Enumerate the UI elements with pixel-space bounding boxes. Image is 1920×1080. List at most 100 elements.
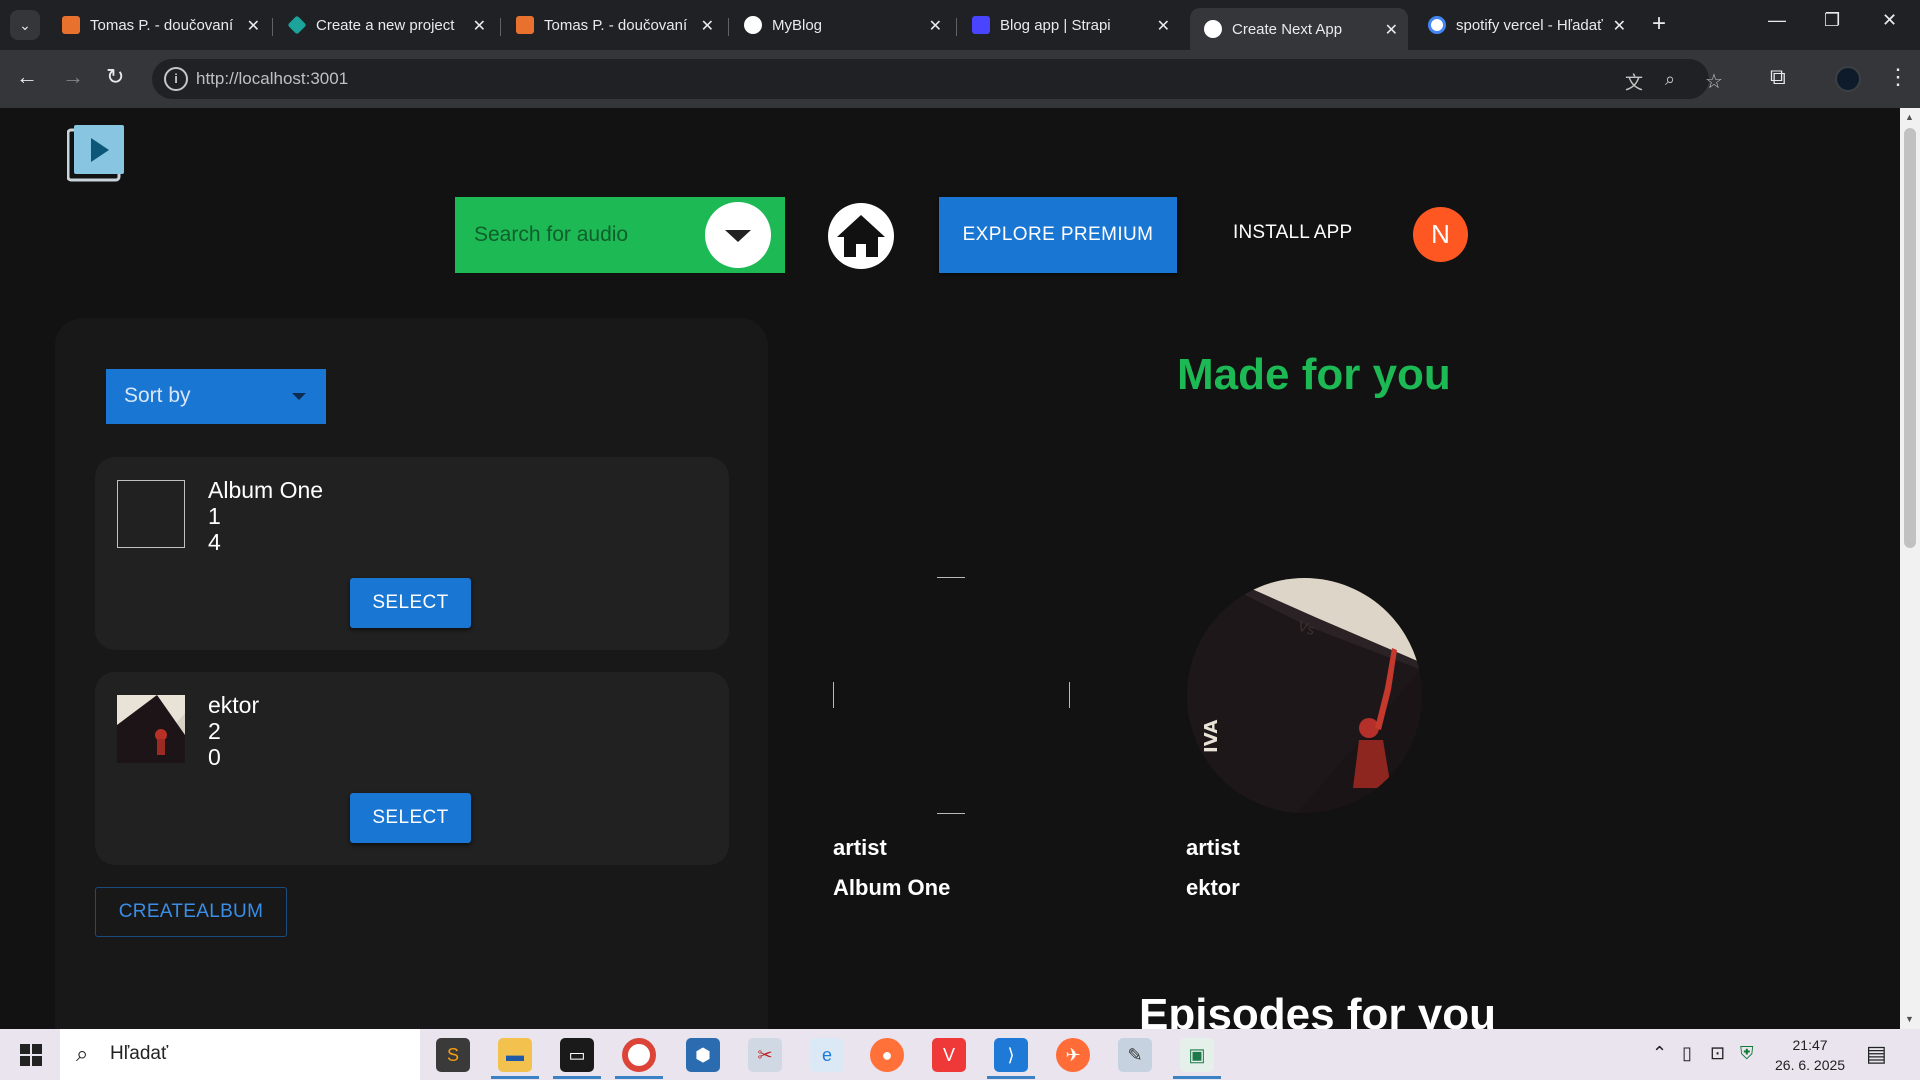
reload-icon[interactable]: ↻ bbox=[106, 64, 124, 90]
postman-icon[interactable]: ✈ bbox=[1056, 1038, 1090, 1072]
cover-edge-mark bbox=[833, 682, 834, 708]
vscode-icon[interactable]: ⟩ bbox=[994, 1038, 1028, 1072]
menu-icon[interactable]: ⋮ bbox=[1887, 64, 1909, 90]
album-card: Album One 1 4 SELECT bbox=[95, 457, 729, 650]
tab-tomas-1[interactable]: Tomas P. - doučovaní ✕ bbox=[48, 8, 270, 42]
running-indicator bbox=[987, 1076, 1035, 1079]
internet-explorer-icon[interactable]: e bbox=[810, 1038, 844, 1072]
create-album-button[interactable]: CREATEALBUM bbox=[95, 887, 287, 937]
windows-taskbar: ⌕ Hľadať S ▬ ▭ ⬢ ✂ e ● V ⟩ ✈ ✎ ▣ ⌃ ▯ ⊡ ⛨… bbox=[0, 1029, 1920, 1080]
profile-avatar[interactable] bbox=[1835, 66, 1861, 92]
bookmark-star-icon[interactable]: ☆ bbox=[1705, 69, 1723, 94]
file-explorer-icon[interactable]: ▬ bbox=[498, 1038, 532, 1072]
page-scrollbar[interactable]: ▲ ▼ bbox=[1900, 108, 1920, 1029]
album-one-cover-empty[interactable] bbox=[833, 577, 1070, 814]
tab-title: Tomas P. - doučovaní bbox=[544, 16, 688, 34]
select-button[interactable]: SELECT bbox=[350, 793, 471, 843]
taskbar-search[interactable]: ⌕ Hľadať bbox=[60, 1029, 420, 1080]
sort-by-label: Sort by bbox=[124, 384, 191, 407]
translate-icon[interactable]: 文 bbox=[1625, 69, 1643, 95]
explore-premium-button[interactable]: EXPLORE PREMIUM bbox=[939, 197, 1177, 273]
windows-start-icon[interactable] bbox=[20, 1044, 42, 1066]
close-tab-icon[interactable]: ✕ bbox=[701, 16, 714, 36]
album-cover-broken-image bbox=[117, 480, 185, 548]
sublime-text-icon[interactable]: S bbox=[436, 1038, 470, 1072]
tab-create-project[interactable]: Create a new project ✕ bbox=[274, 8, 496, 42]
tray-expand-icon[interactable]: ⌃ bbox=[1652, 1043, 1667, 1064]
tab-title: MyBlog bbox=[772, 16, 823, 34]
address-url[interactable]: http://localhost:3001 bbox=[196, 69, 348, 89]
running-indicator bbox=[491, 1076, 539, 1079]
chrome-icon[interactable] bbox=[622, 1038, 656, 1072]
tab-create-next-app[interactable]: Create Next App ✕ bbox=[1190, 8, 1408, 50]
app-logo-icon[interactable] bbox=[67, 124, 125, 182]
extensions-icon[interactable]: ⧉ bbox=[1770, 64, 1786, 90]
home-icon bbox=[837, 215, 885, 257]
scrollbar-thumb[interactable] bbox=[1904, 128, 1916, 548]
notifications-icon[interactable]: ▤ bbox=[1866, 1041, 1887, 1067]
album-name: ektor bbox=[208, 692, 260, 718]
search-icon: ⌕ bbox=[76, 1041, 89, 1066]
site-info-icon[interactable]: i bbox=[164, 67, 188, 91]
snipping-tool-icon[interactable]: ✂ bbox=[748, 1038, 782, 1072]
taskbar-clock[interactable]: 21:47 26. 6. 2025 bbox=[1775, 1035, 1845, 1075]
diamond-favicon-icon bbox=[287, 15, 307, 35]
close-window-icon[interactable]: ✕ bbox=[1882, 10, 1897, 31]
page-viewport: Search for audio EXPLORE PREMIUM INSTALL… bbox=[0, 108, 1900, 1029]
user-avatar[interactable]: N bbox=[1413, 207, 1468, 262]
scroll-up-icon[interactable]: ▲ bbox=[1905, 112, 1914, 122]
close-tab-icon[interactable]: ✕ bbox=[1157, 16, 1170, 36]
restore-icon[interactable]: ❐ bbox=[1824, 10, 1840, 31]
running-indicator bbox=[1173, 1076, 1221, 1079]
tab-tomas-2[interactable]: Tomas P. - doučovaní ✕ bbox=[502, 8, 724, 42]
minimize-icon[interactable]: — bbox=[1768, 10, 1786, 31]
strapi-favicon-icon bbox=[972, 16, 990, 34]
close-tab-icon[interactable]: ✕ bbox=[247, 16, 260, 36]
close-tab-icon[interactable]: ✕ bbox=[473, 16, 486, 36]
album-value-2: 0 bbox=[208, 744, 221, 770]
item-name-label[interactable]: ektor bbox=[1186, 875, 1240, 901]
address-bar[interactable]: i http://localhost:3001 文 ⌕ ☆ bbox=[152, 59, 1723, 99]
chevron-down-icon bbox=[725, 230, 751, 242]
paint-icon[interactable]: ✎ bbox=[1118, 1038, 1152, 1072]
tab-myblog[interactable]: MyBlog ✕ bbox=[730, 8, 952, 42]
tab-spotify-search[interactable]: spotify vercel - Hľadať ✕ bbox=[1414, 8, 1636, 42]
install-app-button[interactable]: INSTALL APP bbox=[1233, 222, 1352, 244]
tab-title: Blog app | Strapi bbox=[1000, 16, 1111, 34]
select-button[interactable]: SELECT bbox=[350, 578, 471, 628]
app-window-icon[interactable]: ▣ bbox=[1180, 1038, 1214, 1072]
episodes-for-you-heading: Episodes for you bbox=[1139, 990, 1496, 1029]
tab-separator bbox=[956, 18, 957, 36]
made-for-you-heading: Made for you bbox=[1177, 350, 1451, 399]
cover-edge-mark bbox=[937, 813, 965, 814]
tray-network-icon[interactable]: ⊡ bbox=[1710, 1043, 1725, 1064]
new-tab-icon[interactable]: + bbox=[1652, 10, 1666, 38]
tab-separator bbox=[500, 18, 501, 36]
home-button[interactable] bbox=[828, 203, 894, 269]
tab-strapi[interactable]: Blog app | Strapi ✕ bbox=[958, 8, 1180, 42]
back-icon[interactable]: ← bbox=[16, 64, 38, 90]
scroll-down-icon[interactable]: ▼ bbox=[1905, 1014, 1914, 1024]
firefox-icon[interactable]: ● bbox=[870, 1038, 904, 1072]
zoom-icon[interactable]: ⌕ bbox=[1665, 69, 1675, 90]
item-name-label[interactable]: Album One bbox=[833, 875, 950, 901]
sort-by-select[interactable]: Sort by bbox=[106, 369, 326, 424]
clock-time: 21:47 bbox=[1792, 1037, 1828, 1053]
tab-search-button[interactable]: ⌄ bbox=[10, 10, 40, 40]
search-audio-input[interactable]: Search for audio bbox=[455, 197, 785, 273]
vivaldi-icon[interactable]: V bbox=[932, 1038, 966, 1072]
close-tab-icon[interactable]: ✕ bbox=[1613, 16, 1626, 36]
teams-icon[interactable]: ⬢ bbox=[686, 1038, 720, 1072]
search-placeholder: Search for audio bbox=[474, 223, 629, 246]
ektor-cover-image[interactable]: Vs IVA bbox=[1187, 578, 1422, 813]
tray-security-icon[interactable]: ⛨ bbox=[1740, 1043, 1754, 1064]
search-dropdown-button[interactable] bbox=[705, 202, 771, 268]
item-type-label: artist bbox=[1186, 835, 1240, 860]
forward-icon[interactable]: → bbox=[62, 64, 84, 90]
terminal-icon[interactable]: ▭ bbox=[560, 1038, 594, 1072]
close-tab-icon[interactable]: ✕ bbox=[1385, 20, 1398, 40]
tray-device-icon[interactable]: ▯ bbox=[1682, 1043, 1692, 1064]
close-tab-icon[interactable]: ✕ bbox=[929, 16, 942, 36]
browser-toolbar: ← → ↻ i http://localhost:3001 文 ⌕ ☆ ⧉ ⋮ bbox=[0, 50, 1920, 108]
cover-edge-mark bbox=[1069, 682, 1070, 708]
